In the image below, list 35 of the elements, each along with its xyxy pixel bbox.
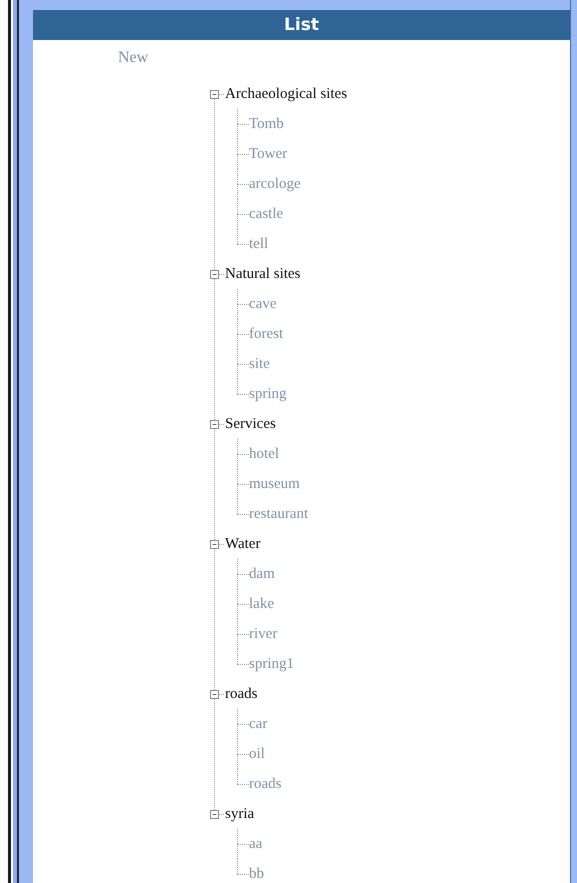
collapse-icon[interactable] xyxy=(210,810,219,818)
tree-folder-item[interactable]: syria xyxy=(225,806,254,822)
collapse-icon[interactable] xyxy=(210,690,219,698)
tree-item[interactable]: spring xyxy=(249,386,286,402)
tree-item[interactable]: bb xyxy=(249,866,264,882)
tree-item[interactable]: aa xyxy=(249,836,262,852)
tree-item[interactable]: car xyxy=(249,716,268,732)
tree-item[interactable]: dam xyxy=(249,566,275,582)
tree-folder-item[interactable]: Natural sites xyxy=(225,266,300,282)
tree-item[interactable]: castle xyxy=(249,206,284,222)
tree-folder-item[interactable]: roads xyxy=(225,686,258,702)
tree-item[interactable]: Tomb xyxy=(249,116,284,132)
tree-item[interactable]: roads xyxy=(249,776,282,792)
tree-item[interactable]: site xyxy=(249,356,270,372)
panel-title: List xyxy=(33,10,570,40)
tree-folder-item[interactable]: Water xyxy=(225,536,260,552)
collapse-icon[interactable] xyxy=(210,90,219,98)
collapse-icon[interactable] xyxy=(210,270,219,278)
tree-item[interactable]: Tower xyxy=(249,146,288,162)
tree-folder-item[interactable]: Services xyxy=(225,416,276,432)
tree-item[interactable]: museum xyxy=(249,476,300,492)
tree-item[interactable]: oil xyxy=(249,746,265,762)
tree-item[interactable]: hotel xyxy=(249,446,279,462)
tree-item[interactable]: tell xyxy=(249,236,268,252)
collapse-icon[interactable] xyxy=(210,420,219,428)
tree-item[interactable]: spring1 xyxy=(249,656,294,672)
tree-item[interactable]: cave xyxy=(249,296,276,312)
tree-item[interactable]: lake xyxy=(249,596,274,612)
tree-item[interactable]: restaurant xyxy=(249,506,308,522)
tree-item[interactable]: arcologe xyxy=(249,176,301,192)
tree-folder-item[interactable]: Archaeological sites xyxy=(225,86,348,102)
collapse-icon[interactable] xyxy=(210,540,219,548)
new-link[interactable]: New xyxy=(118,48,148,68)
tree-item[interactable]: forest xyxy=(249,326,284,342)
tree-item[interactable]: river xyxy=(249,626,278,642)
